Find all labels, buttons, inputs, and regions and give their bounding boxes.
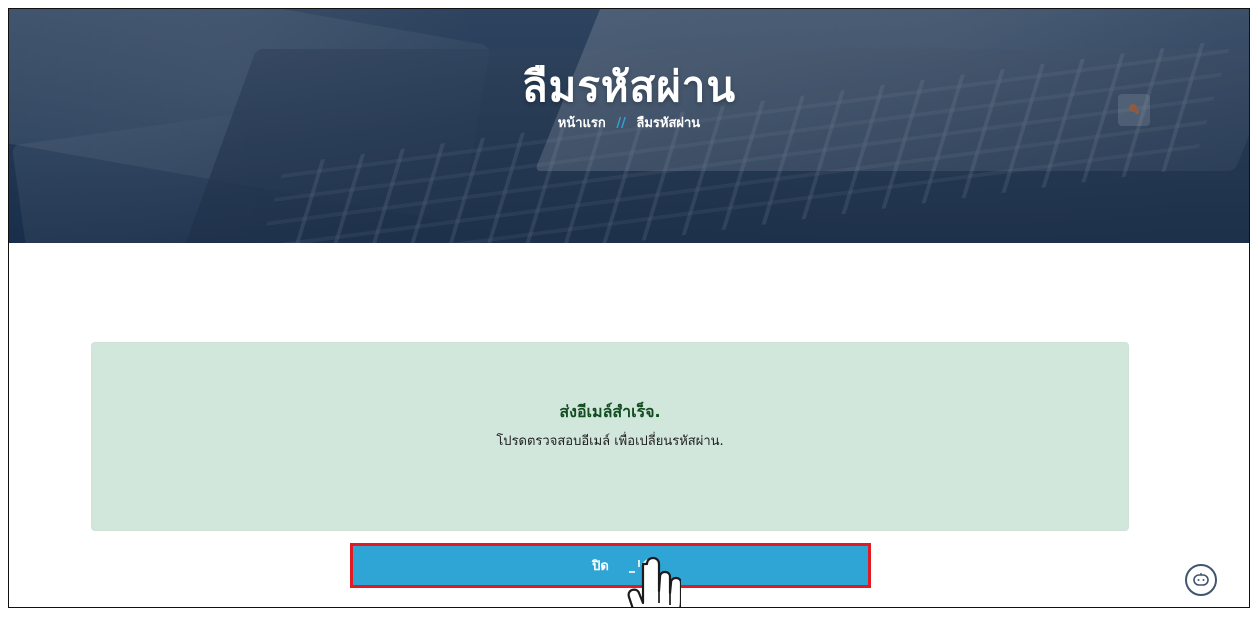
- chatbot-button[interactable]: [1185, 564, 1217, 596]
- page-title: ลืมรหัสผ่าน: [521, 62, 737, 111]
- breadcrumb-home-link[interactable]: หน้าแรก: [558, 116, 606, 131]
- success-message: โปรดตรวจสอบอีเมล์ เพื่อเปลี่ยนรหัสผ่าน.: [496, 434, 724, 449]
- breadcrumb-current: ลืมรหัสผ่าน: [636, 116, 701, 131]
- success-title: ส่งอีเมล์สำเร็จ.: [559, 402, 661, 421]
- page-frame: ลืมรหัสผ่าน หน้าแรก // ลืมรหัสผ่าน ส่งอี…: [8, 8, 1250, 608]
- close-button[interactable]: ปิด: [350, 543, 871, 588]
- hero-banner: ลืมรหัสผ่าน หน้าแรก // ลืมรหัสผ่าน: [9, 9, 1249, 243]
- breadcrumb-separator: //: [616, 116, 626, 131]
- success-alert: ส่งอีเมล์สำเร็จ. โปรดตรวจสอบอีเมล์ เพื่อ…: [91, 342, 1129, 531]
- close-button-label: ปิด: [592, 559, 609, 574]
- chatbot-icon: [1193, 573, 1209, 586]
- breadcrumb: หน้าแรก // ลืมรหัสผ่าน: [9, 115, 1249, 133]
